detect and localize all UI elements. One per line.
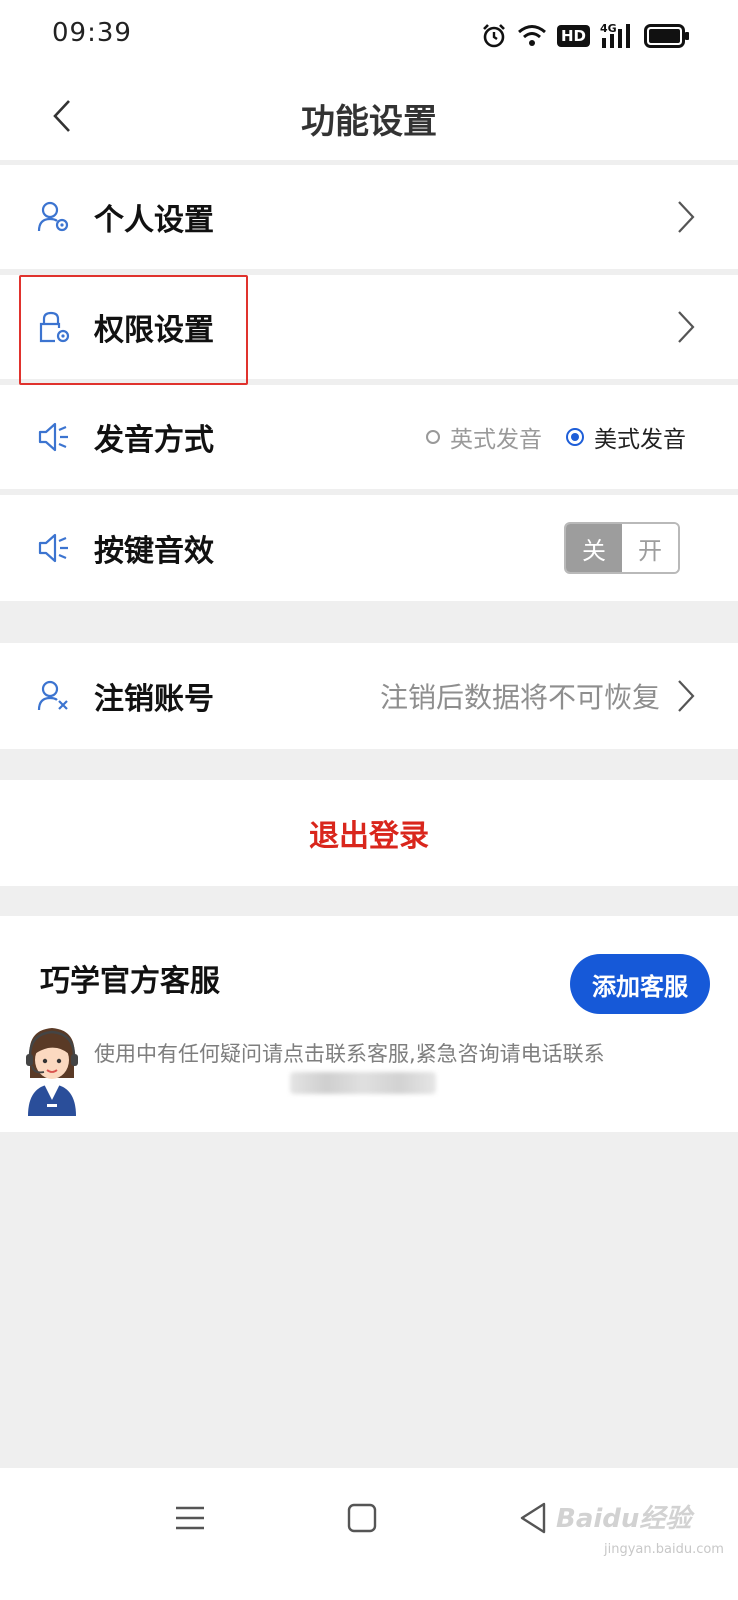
status-time: 09:39: [52, 18, 132, 48]
status-icons: HD 4G: [481, 20, 690, 52]
key-sound-row: 按键音效 关 开: [0, 495, 738, 601]
personal-settings-label: 个人设置: [94, 203, 214, 238]
permission-settings-label: 权限设置: [94, 313, 214, 348]
svg-text:4G: 4G: [600, 22, 617, 35]
customer-service-card: 巧学官方客服 添加客服 使用中有任何疑问请点击联系客服,紧急咨询请电话联系: [0, 916, 738, 1132]
british-radio-label[interactable]: 英式发音: [450, 420, 542, 454]
pronunciation-radio-group: 英式发音 美式发音: [426, 420, 686, 454]
british-radio[interactable]: [426, 430, 440, 444]
customer-service-avatar: [20, 1020, 84, 1116]
page-title: 功能设置: [301, 102, 437, 142]
cancel-account-row[interactable]: 注销账号 注销后数据将不可恢复: [0, 643, 738, 749]
lock-gear-icon: [36, 309, 72, 345]
status-bar: 09:39 HD 4G: [0, 0, 738, 72]
alarm-icon: [481, 23, 507, 49]
key-sound-label: 按键音效: [94, 534, 214, 569]
chevron-right-icon: [674, 199, 698, 235]
header-bar: 功能设置: [0, 72, 738, 160]
hd-badge: HD: [556, 25, 590, 47]
chevron-right-icon: [674, 678, 698, 714]
battery-icon: [644, 24, 690, 48]
american-radio-label[interactable]: 美式发音: [594, 420, 686, 454]
chevron-right-icon: [674, 309, 698, 345]
blurred-phone-number: [290, 1072, 436, 1094]
home-square-icon[interactable]: [340, 1496, 384, 1540]
toggle-on-option[interactable]: 开: [622, 524, 678, 572]
user-gear-icon: [36, 199, 72, 235]
logout-button[interactable]: 退出登录: [0, 780, 738, 886]
system-navigation-bar: Baidu经验 jingyan.baidu.com: [0, 1468, 738, 1600]
back-triangle-icon[interactable]: [512, 1496, 556, 1540]
toggle-off-option[interactable]: 关: [566, 524, 622, 572]
user-remove-icon: [36, 678, 72, 714]
add-customer-service-button[interactable]: 添加客服: [570, 954, 710, 1014]
settings-page: 09:39 HD 4G 功能设置 个人设置 权限设置 发音方式 英式发音 美式发…: [0, 0, 738, 1600]
baidu-watermark: Baidu经验: [556, 1504, 692, 1534]
speaker-icon: [36, 419, 72, 455]
permission-settings-row[interactable]: 权限设置: [0, 275, 738, 379]
logout-label: 退出登录: [309, 819, 429, 854]
baidu-watermark-url: jingyan.baidu.com: [604, 1542, 724, 1557]
speaker-icon: [36, 530, 72, 566]
cancel-account-label: 注销账号: [94, 682, 214, 717]
menu-icon[interactable]: [168, 1496, 212, 1540]
customer-service-description: 使用中有任何疑问请点击联系客服,紧急咨询请电话联系: [94, 1042, 605, 1066]
american-radio[interactable]: [566, 428, 584, 446]
hd-icon: HD: [556, 25, 590, 47]
cancel-account-hint: 注销后数据将不可恢复: [379, 681, 660, 714]
personal-settings-row[interactable]: 个人设置: [0, 165, 738, 269]
wifi-icon: [517, 23, 547, 49]
customer-service-title: 巧学官方客服: [40, 964, 220, 999]
key-sound-toggle[interactable]: 关 开: [564, 522, 680, 574]
4g-signal-icon: 4G: [600, 22, 634, 50]
pronunciation-row: 发音方式 英式发音 美式发音: [0, 385, 738, 489]
pronunciation-label: 发音方式: [94, 423, 214, 458]
